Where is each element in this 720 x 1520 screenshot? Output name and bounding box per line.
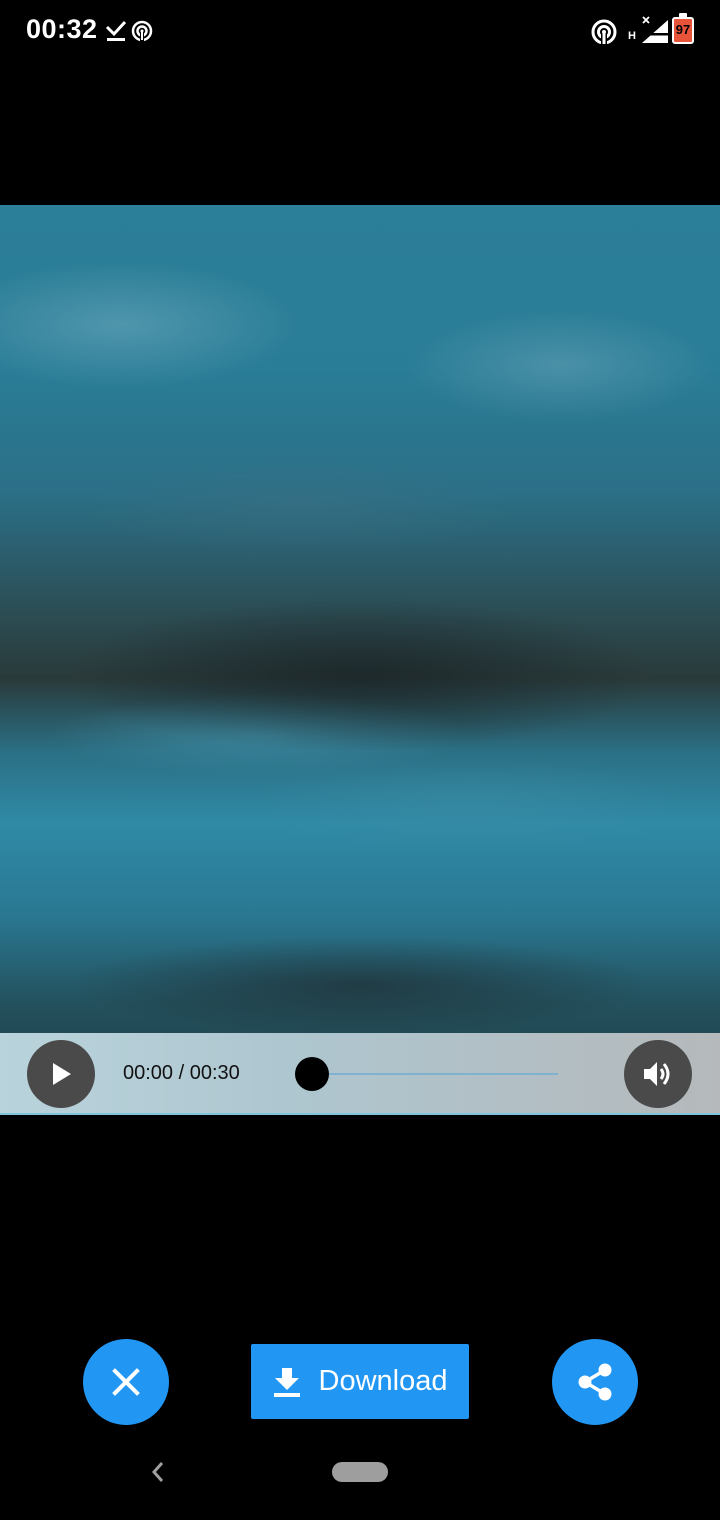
close-icon — [112, 1368, 140, 1396]
download-button[interactable]: Download — [251, 1344, 469, 1419]
status-bar: 00:32 H 97 — [0, 0, 720, 64]
status-time: 00:32 — [26, 14, 98, 44]
hotspot-icon — [591, 19, 617, 45]
time-readout: 00:00 / 00:30 — [123, 1062, 240, 1084]
back-icon[interactable] — [146, 1458, 170, 1486]
network-type-label: H — [628, 30, 636, 42]
seek-thumb[interactable] — [295, 1057, 329, 1091]
download-done-icon — [105, 20, 127, 41]
play-icon — [53, 1063, 71, 1085]
seek-track[interactable] — [312, 1073, 558, 1075]
share-button[interactable] — [552, 1339, 638, 1425]
download-icon — [273, 1367, 300, 1397]
video-controls: 00:00 / 00:30 — [0, 1033, 720, 1115]
volume-icon — [644, 1062, 670, 1086]
video-frame[interactable] — [0, 205, 720, 1115]
play-button[interactable] — [27, 1040, 95, 1108]
hotspot-icon — [131, 20, 153, 42]
home-pill[interactable] — [332, 1462, 388, 1482]
signal-icon — [642, 16, 669, 43]
volume-button[interactable] — [624, 1040, 692, 1108]
battery-level: 97 — [675, 22, 691, 37]
battery-icon: 97 — [672, 13, 694, 44]
close-button[interactable] — [83, 1339, 169, 1425]
download-label: Download — [318, 1365, 448, 1397]
share-icon — [578, 1363, 612, 1401]
video-preview-screen: 00:32 H 97 00:00 / 00:30 Download — [0, 0, 720, 1520]
